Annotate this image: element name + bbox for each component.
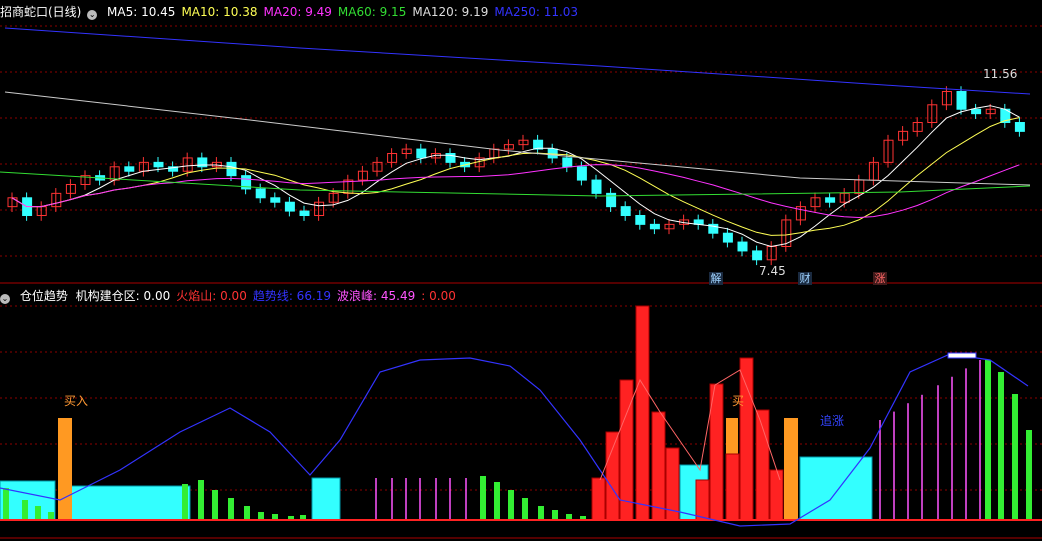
marker-jie[interactable]: 解	[709, 272, 723, 285]
candle-body	[284, 201, 295, 212]
ma-legend-item: MA250: 11.03	[494, 5, 579, 19]
green-bar	[3, 488, 9, 520]
green-bar	[1012, 394, 1018, 520]
candle-body	[562, 157, 573, 168]
candle-body	[825, 197, 836, 203]
marker-zhang[interactable]: 涨	[873, 272, 887, 285]
candle-body	[153, 161, 164, 168]
candle-body	[722, 232, 733, 243]
candle-body	[270, 197, 281, 203]
red-bar	[695, 479, 710, 521]
marker-cai[interactable]: 财	[798, 272, 812, 285]
green-bar	[198, 480, 204, 520]
green-bar	[998, 372, 1004, 520]
candle-body	[503, 144, 514, 150]
candle-body	[620, 206, 631, 217]
green-bar	[35, 506, 41, 520]
red-bar	[769, 469, 784, 521]
orange-bar	[58, 418, 72, 520]
indicator-legend-item: : 0.00	[421, 289, 456, 303]
indicator-legend-item: 机构建仓区: 0.00	[75, 289, 171, 303]
green-bar	[228, 498, 234, 520]
candle-body	[299, 210, 310, 217]
red-bar	[635, 305, 650, 521]
candle-body	[124, 166, 135, 172]
red-bar	[591, 477, 606, 521]
indicator-legend-item: 火焰山: 0.00	[176, 289, 247, 303]
green-bar	[244, 506, 250, 520]
stock-title: 招商蛇口(日线)	[0, 5, 82, 19]
green-bar	[182, 484, 188, 520]
candle-body	[591, 179, 602, 194]
ma120-line	[4, 91, 1031, 186]
green-bar	[212, 490, 218, 520]
candle-body	[226, 161, 237, 177]
indicator-legend-item: 趋势线: 66.19	[252, 289, 332, 303]
ma-legend-item: MA5: 10.45	[107, 5, 176, 19]
candle-body	[737, 241, 748, 252]
red-bar	[619, 379, 634, 521]
candle-body	[971, 108, 982, 115]
green-bar	[538, 506, 544, 520]
sub-panel-header: ⌄ 仓位趋势 机构建仓区: 0.00 火焰山: 0.00 趋势线: 66.19 波浪峰…	[0, 288, 468, 304]
candle-body	[956, 91, 967, 110]
annotation-buy: 买入	[64, 394, 89, 408]
candle-body	[649, 223, 660, 230]
green-bar	[480, 476, 486, 520]
ma-legend-item: MA60: 9.15	[337, 5, 407, 19]
green-bar	[494, 482, 500, 520]
green-bar	[985, 360, 991, 520]
green-bar	[1026, 430, 1032, 520]
annotation-chase: 追涨	[820, 414, 845, 428]
cyan-block	[799, 456, 873, 521]
green-bar	[22, 500, 28, 520]
collapse-icon[interactable]: ⌄	[87, 10, 98, 20]
collapse-icon[interactable]: ⌄	[0, 294, 10, 304]
red-bar	[605, 431, 620, 521]
candle-body	[255, 188, 266, 199]
candle-body	[576, 166, 587, 181]
green-bar	[522, 498, 528, 520]
annotation-buy-2: 买	[732, 394, 745, 408]
ma-legend-item: MA20: 9.49	[263, 5, 332, 19]
stock-chart[interactable]	[0, 0, 1042, 541]
green-bar	[508, 490, 514, 520]
indicator-legend: 机构建仓区: 0.00 火焰山: 0.00 趋势线: 66.19 波浪峰: 45.49…	[76, 289, 462, 303]
red-bar	[725, 453, 740, 521]
ma10-line	[11, 117, 1020, 236]
ma-legend: MA5: 10.45 MA10: 10.38 MA20: 9.49 MA60: 9.1…	[107, 5, 584, 19]
red-bar	[739, 357, 754, 521]
red-bar	[651, 411, 666, 521]
candle-body	[635, 215, 646, 225]
indicator-legend-item: 波浪峰: 45.49	[337, 289, 416, 303]
candle-body	[752, 250, 763, 261]
candle-body	[416, 148, 427, 159]
orange-bar	[784, 418, 798, 520]
ma-legend-item: MA120: 9.19	[412, 5, 489, 19]
ma-legend-item: MA10: 10.38	[181, 5, 258, 19]
cyan-block	[311, 477, 341, 521]
green-bar	[258, 512, 264, 520]
cyan-block	[61, 485, 191, 521]
ma5-line	[11, 105, 1020, 248]
high-price-label: 11.56	[983, 67, 1018, 81]
indicator-title: 仓位趋势	[19, 289, 68, 303]
green-bar	[48, 512, 54, 520]
ma250-line	[4, 27, 1031, 95]
green-bar	[552, 510, 558, 520]
peak-marker	[947, 352, 977, 359]
main-panel-header: 招商蛇口(日线) ⌄ MA5: 10.45 MA10: 10.38 MA20: 9.…	[0, 4, 590, 20]
low-price-label: 7.45	[759, 264, 786, 278]
candle-body	[1014, 122, 1025, 132]
